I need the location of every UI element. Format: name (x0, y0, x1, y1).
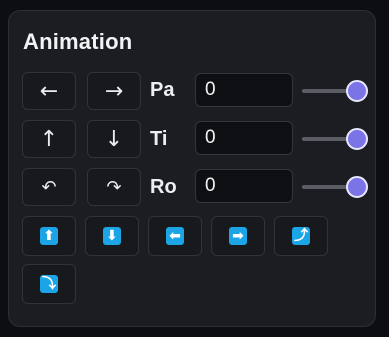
emoji-curve-up-button[interactable]: ⤴ (274, 216, 328, 256)
roll-label: Ro (150, 176, 177, 198)
emoji-up-button[interactable]: ⬆ (22, 216, 76, 256)
tilt-slider[interactable] (302, 128, 368, 150)
tilt-slider-knob[interactable] (346, 128, 368, 150)
panel-title: Animation (23, 29, 133, 54)
up-arrow-emoji-icon: ⬆ (40, 227, 58, 245)
emoji-curve-down-button[interactable]: ⤵ (22, 264, 76, 304)
tilt-down-button[interactable]: ↓ (87, 120, 141, 158)
rotate-cw-icon: ↷ (106, 176, 122, 198)
right-arrow-emoji-icon: ➡ (229, 227, 247, 245)
down-arrow-icon: ↓ (104, 126, 124, 152)
down-arrow-emoji-icon: ⬇ (103, 227, 121, 245)
tilt-up-button[interactable]: ↑ (22, 120, 76, 158)
pan-slider[interactable] (302, 80, 368, 102)
roll-slider-knob[interactable] (346, 176, 368, 198)
pan-slider-knob[interactable] (346, 80, 368, 102)
rotate-ccw-button[interactable]: ↶ (22, 168, 76, 206)
roll-value: 0 (205, 175, 216, 196)
left-arrow-emoji-icon: ⬅ (166, 227, 184, 245)
roll-slider[interactable] (302, 176, 368, 198)
animation-panel: Animation ← → Pa 0 ↑ ↓ Ti 0 ↶ ↷ Ro 0 ⬆ ⬇… (8, 10, 376, 327)
pan-label: Pa (150, 79, 175, 101)
emoji-left-button[interactable]: ⬅ (148, 216, 202, 256)
tilt-label: Ti (150, 128, 168, 150)
pan-right-button[interactable]: → (87, 72, 141, 110)
emoji-down-button[interactable]: ⬇ (85, 216, 139, 256)
pan-input[interactable]: 0 (195, 73, 293, 107)
rotate-ccw-icon: ↶ (41, 176, 57, 198)
right-arrow-curving-up-emoji-icon: ⤴ (292, 227, 310, 245)
emoji-right-button[interactable]: ➡ (211, 216, 265, 256)
right-arrow-icon: → (104, 78, 124, 104)
roll-input[interactable]: 0 (195, 169, 293, 203)
pan-value: 0 (205, 79, 216, 100)
right-arrow-curving-down-emoji-icon: ⤵ (40, 275, 58, 293)
tilt-value: 0 (205, 127, 216, 148)
tilt-input[interactable]: 0 (195, 121, 293, 155)
left-arrow-icon: ← (39, 78, 59, 104)
up-arrow-icon: ↑ (39, 126, 59, 152)
pan-left-button[interactable]: ← (22, 72, 76, 110)
rotate-cw-button[interactable]: ↷ (87, 168, 141, 206)
